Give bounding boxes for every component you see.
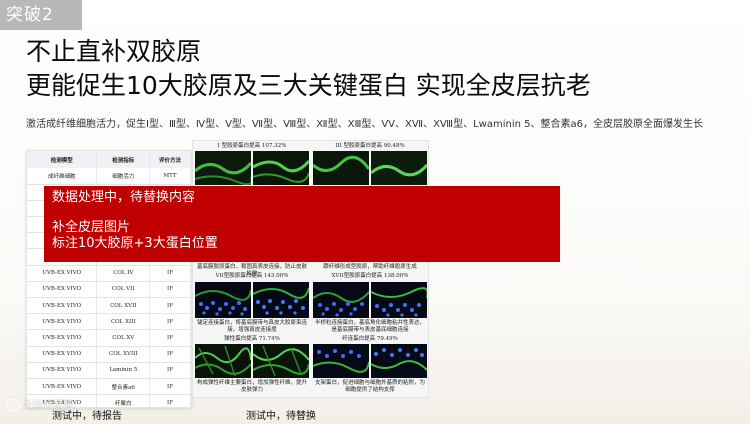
grid-label: 跟纤维形成型胶原，帮助纤维胶原生成 [323, 264, 417, 270]
table-cell: UVB-EX VIVO [27, 329, 98, 347]
microscopy-image [253, 344, 309, 378]
table-cell: COL XVIII [96, 346, 151, 363]
page-title-line1: 不止直补双胶原 [26, 37, 202, 66]
table-cell: UVB-EX VIVO [27, 313, 98, 331]
section-badge: 突破2 [0, 0, 82, 30]
page-title-line2: 更能促生10大胶原及三大关键蛋白 实现全皮层抗老 [26, 71, 591, 100]
table-cell: COL XVII [96, 297, 151, 315]
table-cell: IF [149, 378, 191, 396]
overlay-line: 标注10大胶原+3大蛋白位置 [52, 236, 218, 251]
table-row: UVB-EX VIVO COL IV IF [27, 265, 191, 282]
table-cell: UVB-EX VIVO [27, 362, 98, 379]
table-cell: IF [149, 313, 191, 331]
table-cell: IF [149, 281, 191, 299]
grid-label: 支架蛋白，促进细胞与细胞外基质的粘附，为细胞提供了结构支撑 [314, 380, 425, 393]
microscopy-image [253, 151, 309, 185]
microscopy-image [313, 282, 369, 318]
table-cell: MTT [149, 168, 191, 185]
table-row: UVB-EX VIVO COL XVII IF [27, 297, 191, 315]
table-cell: 成纤维细胞 [27, 168, 98, 185]
microscopy-image [195, 151, 251, 185]
table-row: UVB-EX VIVO 整合素a6 IF [27, 378, 191, 396]
table-cell: COL XV [96, 329, 151, 347]
table-cell: IF [149, 265, 191, 282]
table-cell: 纤聚白 [96, 394, 151, 407]
microscopy-image [313, 344, 369, 378]
table-cell: IF [149, 297, 191, 315]
table-cell: IF [149, 346, 191, 363]
table-header: 评价方法 [149, 151, 191, 168]
table-cell: UVB-EX VIVO [27, 281, 98, 299]
table-row: UVB-EX VIVO COL XVIII IF [27, 346, 191, 363]
table-cell: COL VII [96, 281, 151, 299]
grid-label: 纤连蛋白提高 79.49% [342, 336, 398, 342]
table-cell: COL IV [96, 265, 151, 282]
grid-label: 锚定连接蛋白，将基底膜带与真皮大胶原束连接，增强真皮连接度 [196, 320, 307, 333]
grid-label: 弹性蛋白提高 71.74% [224, 336, 280, 342]
microscopy-image [195, 344, 251, 378]
table-cell: IF [149, 329, 191, 347]
table-cell: IF [149, 362, 191, 379]
page-description: 激活成纤维细胞活力，促生Ⅰ型、Ⅲ型、Ⅳ型、Ⅴ型、Ⅶ型、Ⅷ型、Ⅻ型、ⅩⅢ型、ⅤⅤ、… [26, 119, 703, 130]
grid-label: 构成弹性纤维主要蛋白，增加弹性纤维，提升皮肤弹力 [196, 380, 307, 393]
table-row: UVB-EX VIVO COL XV IF [27, 329, 191, 347]
microscopy-image [371, 151, 427, 185]
table-cell: UVB-EX VIVO [27, 378, 98, 396]
table-cell: IF [149, 394, 191, 407]
grid-label: VII型胶原蛋白提高 143.00% [215, 273, 289, 279]
table-row: UVB-EX VIVO COL XIII IF [27, 313, 191, 331]
watermark: 大时代家居 [6, 396, 73, 411]
table-cell: UVB-EX VIVO [27, 297, 98, 315]
microscopy-image-grid: I 型胶原蛋白提高 107.32% III 型胶原蛋白提高 90.48% 基底膜… [192, 140, 429, 398]
microscopy-image [253, 282, 309, 318]
overlay-line: 数据处理中，待替换内容 [52, 190, 196, 205]
table-cell: Laminin 5 [96, 362, 151, 379]
table-cell: 整合素a6 [96, 378, 151, 396]
table-cell: 细胞活力 [96, 168, 151, 185]
watermark-logo-icon [6, 399, 20, 411]
table-row: UVB-EX VIVO Laminin 5 IF [27, 362, 191, 379]
grid-caption: 测试中，待替换 [246, 411, 316, 422]
placeholder-overlay: 数据处理中，待替换内容 补全皮层图片 标注10大胶原+3大蛋白位置 [44, 186, 560, 262]
overlay-line: 补全皮层图片 [52, 220, 131, 235]
table-cell: COL XIII [96, 313, 151, 331]
table-cell: UVB-EX VIVO [27, 346, 98, 363]
grid-label: XVII型胶原蛋白提高 138.00% [331, 273, 409, 279]
table-cell: UVB-EX VIVO [27, 265, 98, 282]
microscopy-image [371, 344, 427, 378]
table-row: 成纤维细胞 细胞活力 MTT [27, 168, 191, 185]
grid-label: 半桥粒连接蛋白，基底角化细胞粘并性表达，是基底膜带与表皮基底细胞连接 [314, 320, 425, 333]
microscopy-image [313, 151, 369, 185]
table-row: UVB-EX VIVO COL VII IF [27, 281, 191, 299]
grid-label: III 型胶原蛋白提高 90.48% [335, 143, 405, 149]
table-header: 检测模型 [27, 151, 98, 168]
microscopy-image [371, 282, 427, 318]
microscopy-image [195, 282, 251, 318]
table-header: 检测指标 [96, 151, 151, 168]
grid-label: I 型胶原蛋白提高 107.32% [217, 143, 287, 149]
